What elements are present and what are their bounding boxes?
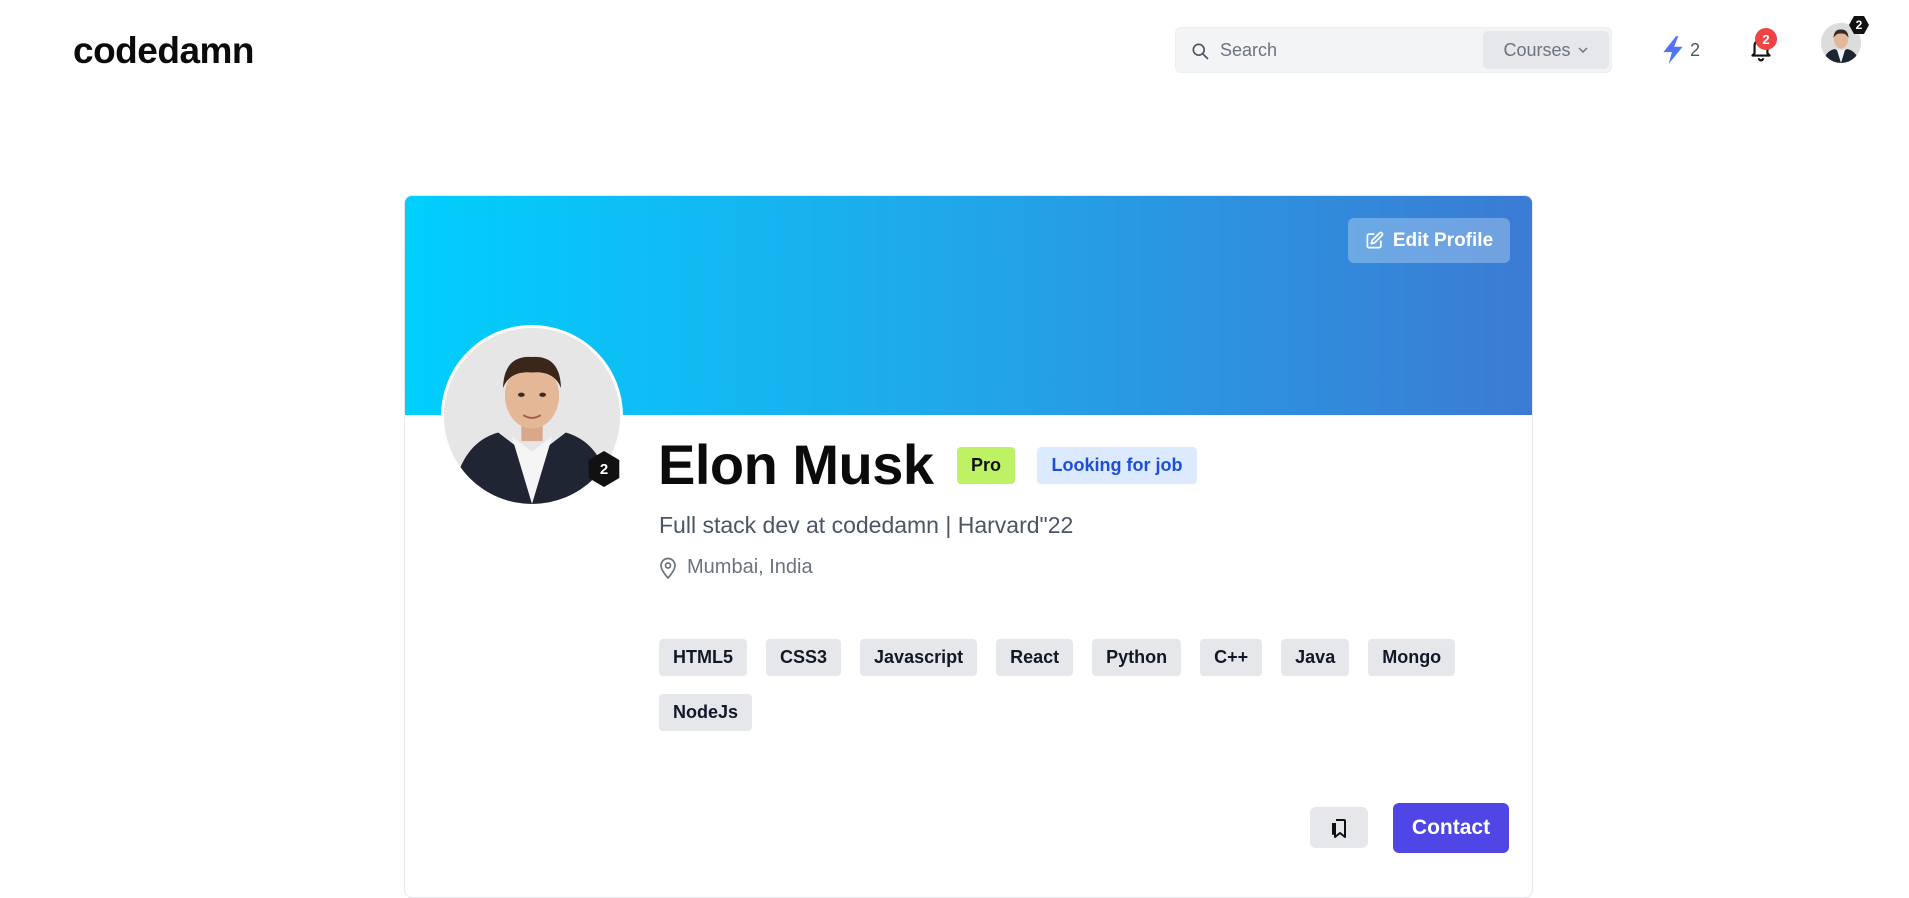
notification-count-badge: 2 (1755, 28, 1777, 50)
search-bar: Courses (1175, 27, 1612, 73)
skill-tag[interactable]: Python (1092, 639, 1182, 676)
search-input[interactable] (1220, 28, 1520, 72)
top-navbar: codedamn Courses 2 (0, 0, 1909, 100)
profile-headline: Full stack dev at codedamn | Harvard"22 (659, 512, 1074, 538)
lightning-icon (1663, 36, 1683, 64)
skill-tag[interactable]: Java (1281, 639, 1350, 676)
skill-tag[interactable]: Javascript (860, 639, 978, 676)
pro-badge: Pro (957, 447, 1015, 484)
skill-tag[interactable]: NodeJs (659, 694, 753, 731)
search-icon (1192, 43, 1209, 60)
bookmark-icon (1332, 818, 1346, 838)
logo[interactable]: codedamn (73, 30, 255, 72)
looking-for-job-badge: Looking for job (1037, 447, 1197, 484)
skill-tag[interactable]: C++ (1200, 639, 1263, 676)
streak-counter[interactable]: 2 (1660, 35, 1700, 65)
skill-tag[interactable]: Mongo (1368, 639, 1456, 676)
chevron-down-icon (1577, 47, 1588, 54)
contact-button[interactable]: Contact (1393, 803, 1509, 853)
map-pin-icon (660, 557, 676, 579)
streak-count: 2 (1690, 39, 1701, 60)
skill-tag[interactable]: CSS3 (766, 639, 842, 676)
profile-name: Elon Musk (658, 433, 934, 496)
bookmark-button[interactable] (1310, 807, 1368, 848)
edit-icon (1366, 231, 1384, 249)
edit-profile-label: Edit Profile (1392, 229, 1494, 251)
search-scope-dropdown[interactable]: Courses (1483, 31, 1609, 69)
skills-list: HTML5 CSS3 Javascript React Python C++ J… (659, 639, 1519, 731)
skill-tag[interactable]: HTML5 (659, 639, 747, 676)
edit-profile-button[interactable]: Edit Profile (1348, 218, 1510, 263)
search-scope-label: Courses (1503, 39, 1571, 60)
profile-location: Mumbai, India (659, 556, 813, 579)
location-text: Mumbai, India (687, 556, 813, 578)
skill-tag[interactable]: React (996, 639, 1074, 676)
profile-card: Edit Profile 2 Elon Musk Pro Looking for… (404, 195, 1533, 898)
